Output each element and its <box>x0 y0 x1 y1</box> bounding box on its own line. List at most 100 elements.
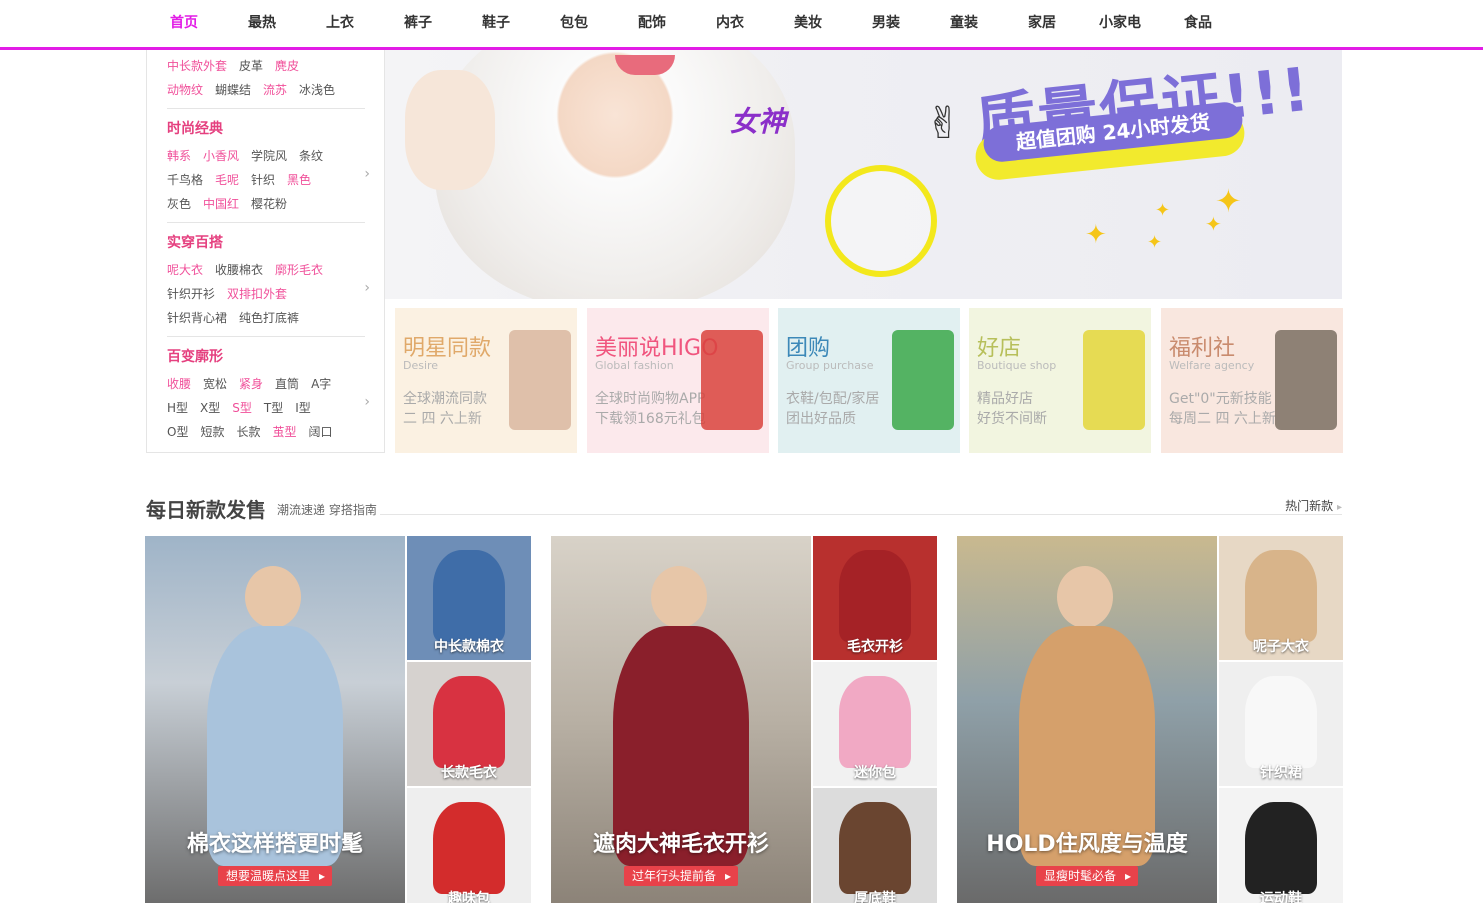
nav-item[interactable]: 包包 <box>535 0 613 47</box>
nav-item[interactable]: 最热 <box>223 0 301 47</box>
promo-card[interactable]: 好店 Boutique shop 精品好店 好货不间断 <box>969 308 1151 453</box>
nav-item[interactable]: 食品 <box>1159 0 1237 47</box>
category-link[interactable]: 蝴蝶结 <box>215 78 251 102</box>
product-thumb-card[interactable]: 趣味包 <box>407 788 531 903</box>
category-link[interactable]: O型 <box>167 420 188 444</box>
sparkle-icon: ✦ <box>1215 182 1242 220</box>
category-link[interactable]: A字 <box>311 372 331 396</box>
hero-banner[interactable]: 女神 ✌ 质量保证!!! 超值团购 24小时发货 ✦ ✦ ✦ ✦ ✦ <box>385 50 1342 299</box>
category-link[interactable]: 皮革 <box>239 54 263 78</box>
product-image <box>1245 676 1317 768</box>
featured-tag-button[interactable]: 想要温暖点这里 <box>217 866 333 886</box>
promo-card[interactable]: 团购 Group purchase 衣鞋/包配/家居 团出好品质 <box>778 308 960 453</box>
featured-product-card[interactable]: 棉衣这样搭更时髦 想要温暖点这里 <box>145 536 405 903</box>
chevron-right-icon[interactable]: › <box>364 166 370 182</box>
category-link[interactable]: 收腰 <box>167 372 191 396</box>
category-link[interactable]: 条纹 <box>299 144 323 168</box>
model-head-image <box>1057 566 1113 628</box>
category-link[interactable]: 长款 <box>236 420 260 444</box>
section-title: 每日新款发售 <box>146 498 266 522</box>
product-thumb-card[interactable]: 厚底鞋 <box>813 788 937 903</box>
category-link[interactable]: 收腰棉衣 <box>215 258 263 282</box>
featured-caption: 遮肉大神毛衣开衫 <box>592 832 769 857</box>
category-link[interactable]: 针织背心裙 <box>167 306 227 330</box>
nav-item[interactable]: 小家电 <box>1081 0 1159 47</box>
featured-tag-button[interactable]: 过年行头提前备 <box>623 866 739 886</box>
category-link[interactable]: 直筒 <box>275 372 299 396</box>
peace-hand-icon: ✌ <box>925 98 962 149</box>
featured-tag-button[interactable]: 显瘦时髦必备 <box>1035 866 1139 886</box>
category-link[interactable]: X型 <box>200 396 220 420</box>
category-link[interactable]: 学院风 <box>251 144 287 168</box>
category-link[interactable]: 小香风 <box>203 144 239 168</box>
category-link[interactable]: 千鸟格 <box>167 168 203 192</box>
promo-card[interactable]: 福利社 Welfare agency Get"0"元新技能 每周二 四 六上新 <box>1161 308 1343 453</box>
category-link[interactable]: 灰色 <box>167 192 191 216</box>
category-link[interactable]: 紧身 <box>239 372 263 396</box>
nav-item[interactable]: 首页 <box>145 0 223 47</box>
promo-title: 好店 <box>977 336 1022 361</box>
product-thumb-card[interactable]: 呢子大衣 <box>1219 536 1343 660</box>
category-link[interactable]: S型 <box>232 396 252 420</box>
category-link[interactable]: 樱花粉 <box>251 192 287 216</box>
nav-item[interactable]: 童装 <box>925 0 1003 47</box>
category-link[interactable]: 纯色打底裤 <box>239 306 299 330</box>
category-group-title[interactable]: 实穿百搭 <box>167 230 223 256</box>
chevron-right-icon[interactable]: › <box>364 394 370 410</box>
category-link[interactable]: 短款 <box>200 420 224 444</box>
nav-item[interactable]: 男装 <box>847 0 925 47</box>
category-sidebar: 中长款外套 皮革 麂皮 动物纹 蝴蝶结 流苏 冰浅色 时尚经典 韩系 小香风 学院风 条纹 千鸟格 毛呢针… <box>146 50 385 453</box>
hot-new-link[interactable]: 热门新款 ▸ <box>1279 497 1342 514</box>
category-link[interactable]: 呢大衣 <box>167 258 203 282</box>
product-thumb-card[interactable]: 迷你包 <box>813 662 937 786</box>
category-link[interactable]: 廓形毛衣 <box>275 258 323 282</box>
product-thumb-caption: 迷你包 <box>854 765 896 781</box>
product-image <box>839 802 911 894</box>
category-link[interactable]: 阔口 <box>309 420 333 444</box>
featured-product-card[interactable]: 遮肉大神毛衣开衫过年行头提前备 <box>551 536 811 903</box>
nav-item[interactable]: 美妆 <box>769 0 847 47</box>
top-navigation: 首页 最热 上衣 裤子 鞋子 包包 配饰 内衣 美妆 男装 童装 家居 小家电 食品 <box>0 0 1483 50</box>
category-link[interactable]: 中长款外套 <box>167 54 227 78</box>
category-link[interactable]: 毛呢 <box>215 168 239 192</box>
nav-item[interactable]: 配饰 <box>613 0 691 47</box>
promo-thumbnail <box>1275 330 1337 430</box>
nav-item[interactable]: 内衣 <box>691 0 769 47</box>
category-link[interactable]: 黑色 <box>287 168 311 192</box>
nav-item[interactable]: 家居 <box>1003 0 1081 47</box>
nav-item[interactable]: 裤子 <box>379 0 457 47</box>
category-link[interactable]: I型 <box>295 396 311 420</box>
category-link[interactable]: 宽松 <box>203 372 227 396</box>
category-link[interactable]: 流苏 <box>263 78 287 102</box>
product-image <box>839 550 911 642</box>
product-thumb-card[interactable]: 中长款棉衣 <box>407 536 531 660</box>
promo-card[interactable]: 明星同款 Desire 全球潮流同款二 四 六上新 <box>395 308 577 453</box>
category-link[interactable]: 双排扣外套 <box>227 282 287 306</box>
category-link[interactable]: 韩系 <box>167 144 191 168</box>
category-link[interactable]: 针织开衫 <box>167 282 215 306</box>
promo-card[interactable]: 美丽说HIGO Global fashion 全球时尚购物APP 下载领168元礼包 <box>587 308 769 453</box>
category-link[interactable]: T型 <box>264 396 283 420</box>
featured-product-card[interactable]: HOLD住风度与温度 显瘦时髦必备 <box>957 536 1217 903</box>
category-row: H型 X型 S型 T型 I型 <box>167 396 323 420</box>
category-link[interactable]: 中国红 <box>203 192 239 216</box>
product-thumb-card[interactable]: 毛衣开衫 <box>813 536 937 660</box>
sparkle-icon: ✦ <box>1085 220 1107 250</box>
product-thumb-card[interactable]: 长款毛衣 <box>407 662 531 786</box>
category-link[interactable]: H型 <box>167 396 188 420</box>
category-link[interactable]: 冰浅色 <box>299 78 335 102</box>
category-group-title[interactable]: 百变廓形 <box>167 344 223 370</box>
chevron-right-icon[interactable]: › <box>364 280 370 296</box>
category-link[interactable]: 麂皮 <box>275 54 299 78</box>
category-link[interactable]: 针织 <box>251 168 275 192</box>
product-thumb-card[interactable]: 针织裙 <box>1219 662 1343 786</box>
category-link[interactable]: 茧型 <box>272 420 296 444</box>
promo-subtitle: Desire <box>403 359 439 372</box>
product-thumb-card[interactable]: 运动鞋 <box>1219 788 1343 903</box>
nav-item[interactable]: 鞋子 <box>457 0 535 47</box>
promo-title: 福利社 <box>1169 336 1236 361</box>
category-link[interactable]: 动物纹 <box>167 78 203 102</box>
nav-item[interactable]: 上衣 <box>301 0 379 47</box>
product-thumb-caption: 长款毛衣 <box>441 765 497 781</box>
category-group-title[interactable]: 时尚经典 <box>167 116 223 142</box>
